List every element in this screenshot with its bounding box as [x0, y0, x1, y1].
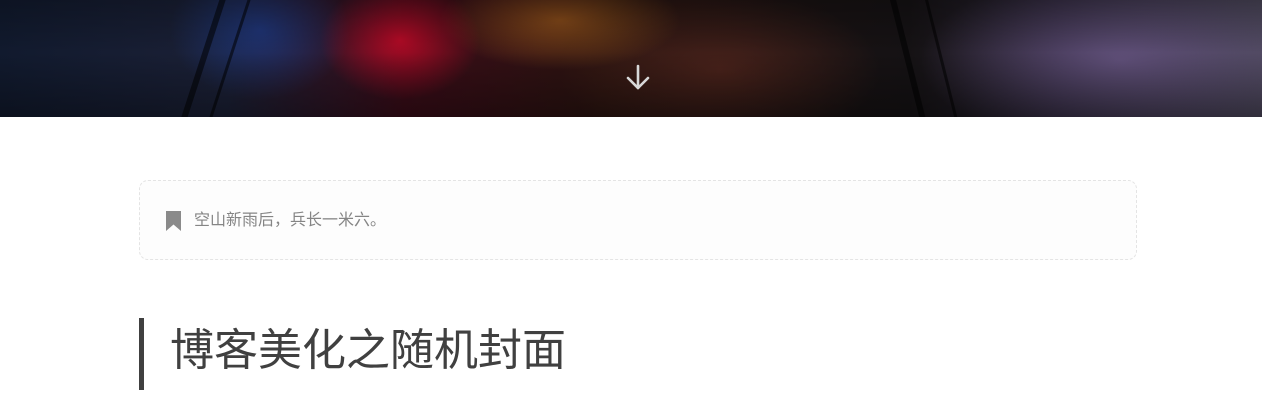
scroll-down-button[interactable] — [621, 60, 655, 94]
hero-overlay — [0, 0, 1262, 117]
post-title: 博客美化之随机封面 — [170, 325, 566, 376]
title-accent-bar — [139, 318, 144, 390]
hero-cover-image — [0, 0, 1262, 117]
arrow-down-icon — [626, 64, 650, 90]
motto-box: 空山新雨后，兵长一米六。 — [139, 180, 1137, 260]
bookmark-icon — [165, 210, 182, 232]
motto-text: 空山新雨后，兵长一米六。 — [194, 210, 387, 229]
